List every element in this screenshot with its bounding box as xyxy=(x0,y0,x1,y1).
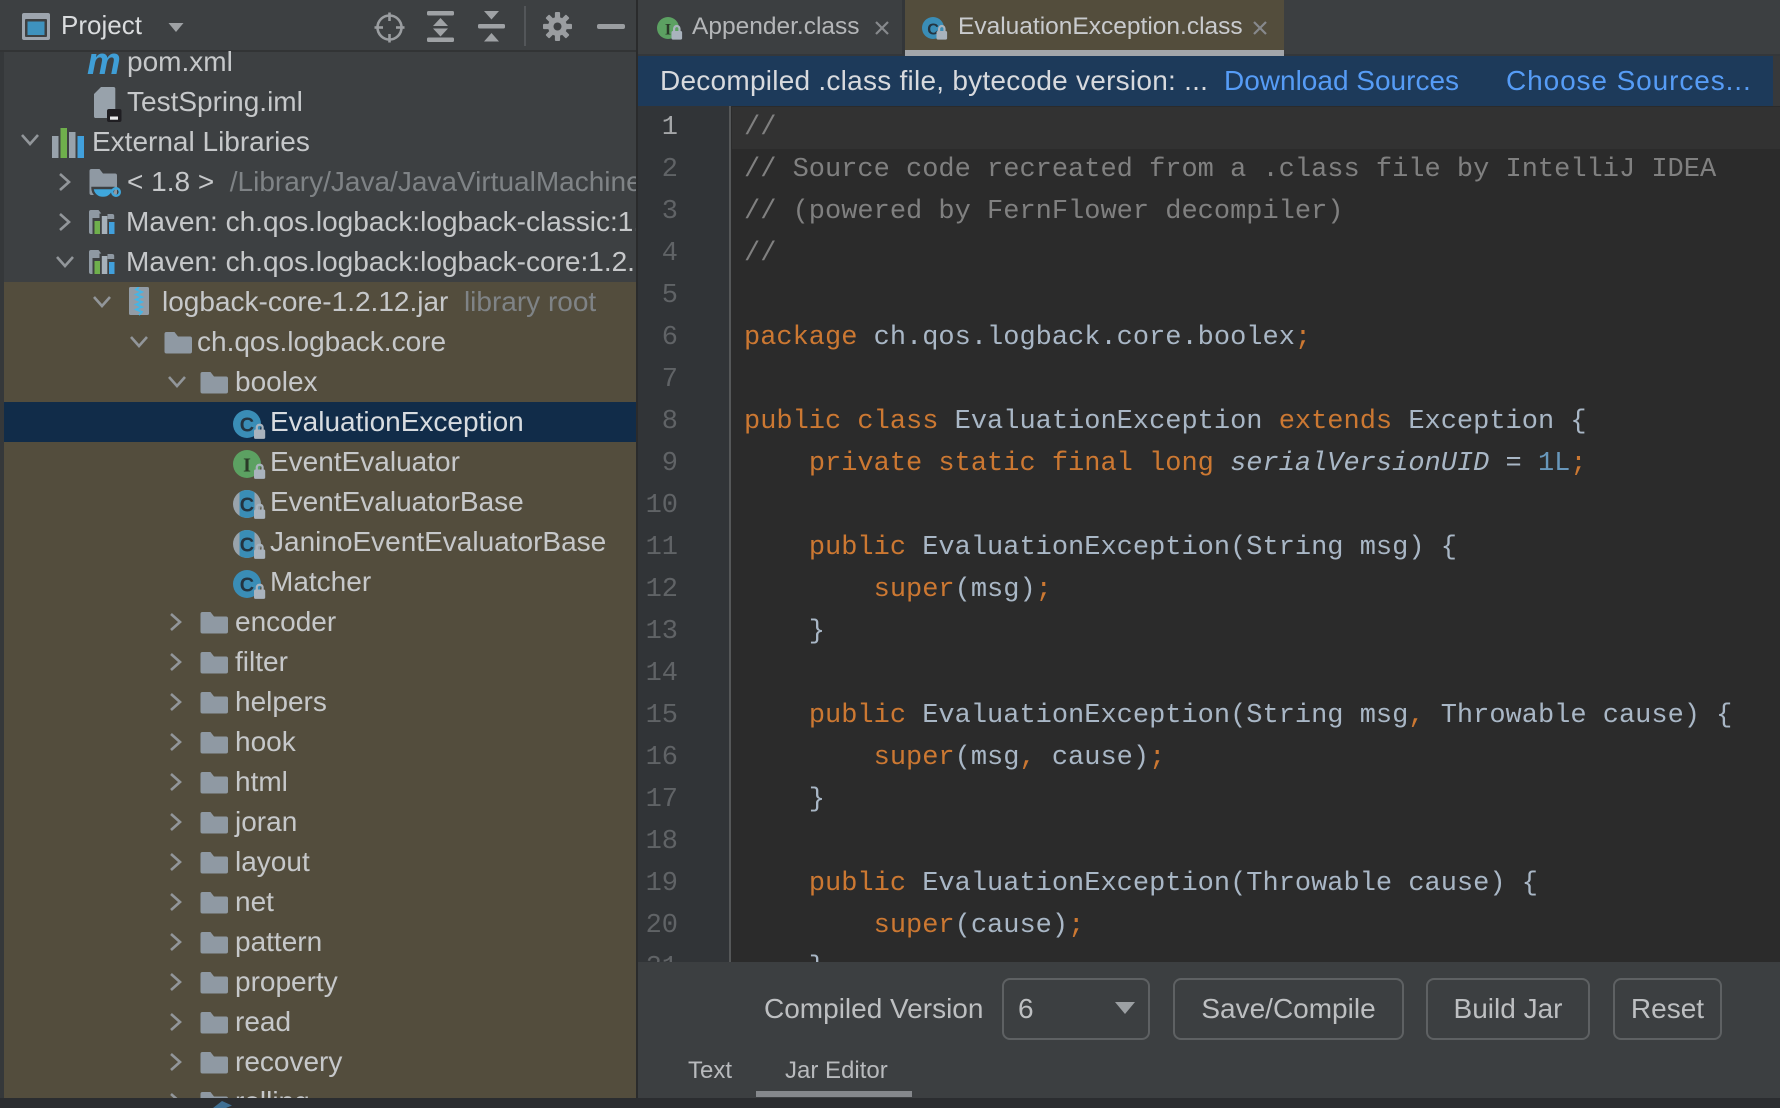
svg-text:m: m xyxy=(87,42,121,82)
svg-text:C: C xyxy=(240,415,254,437)
svg-text:C: C xyxy=(240,575,254,597)
svg-text:C: C xyxy=(240,495,254,517)
svg-text:I: I xyxy=(665,22,671,39)
svg-text:C: C xyxy=(240,535,254,557)
svg-text:I: I xyxy=(243,455,251,477)
